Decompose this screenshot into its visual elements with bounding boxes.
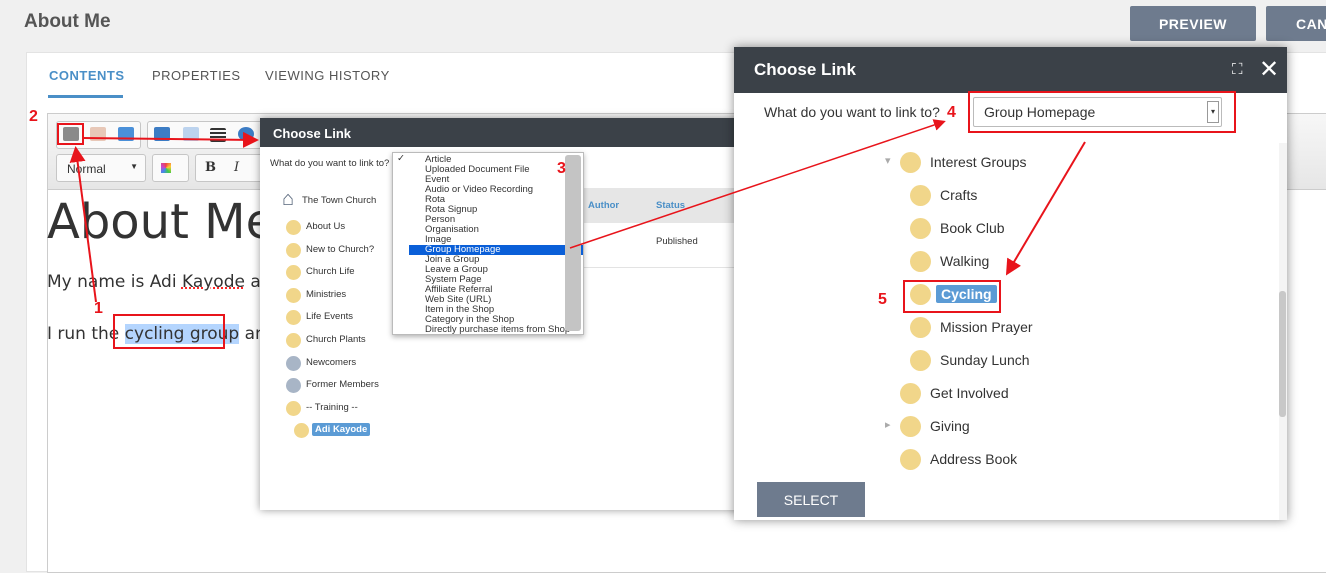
arrow-2 [81, 131, 259, 148]
arrow-1 [69, 146, 97, 303]
annotation-arrows [69, 119, 1086, 303]
arrow-3 [569, 119, 946, 249]
arrow-4 [1005, 141, 1086, 276]
